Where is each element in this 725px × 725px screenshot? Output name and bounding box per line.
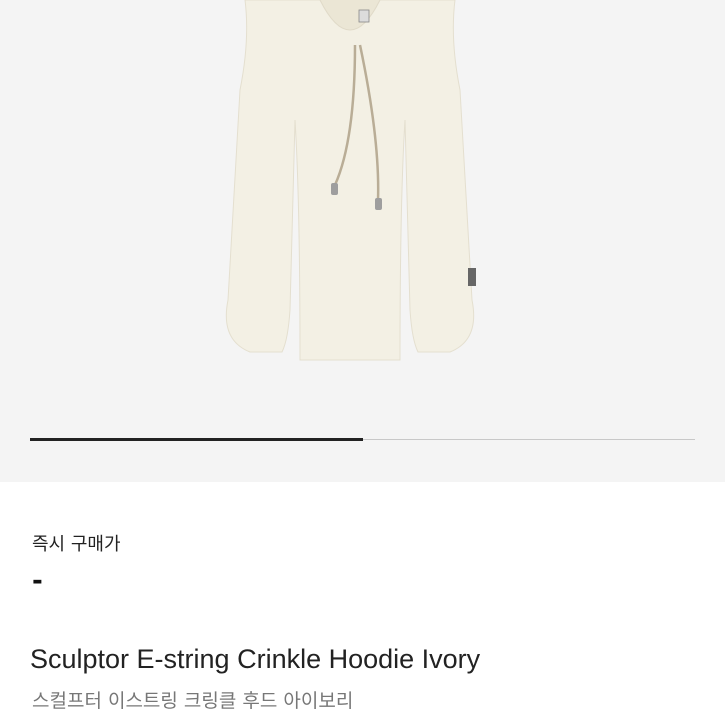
product-image[interactable] <box>150 0 550 400</box>
image-progress-fill <box>30 438 363 441</box>
product-name-ko: 스컬프터 이스트링 크링클 후드 아이보리 <box>32 690 354 712</box>
product-image-area[interactable] <box>0 0 725 482</box>
buy-now-price: - <box>32 566 43 596</box>
image-progress-track[interactable] <box>30 438 695 441</box>
hoodie-body <box>225 0 475 361</box>
product-name-en[interactable]: Sculptor E-string Crinkle Hoodie Ivory <box>30 644 480 675</box>
buy-now-price-label: 즉시 구매가 <box>32 534 121 555</box>
